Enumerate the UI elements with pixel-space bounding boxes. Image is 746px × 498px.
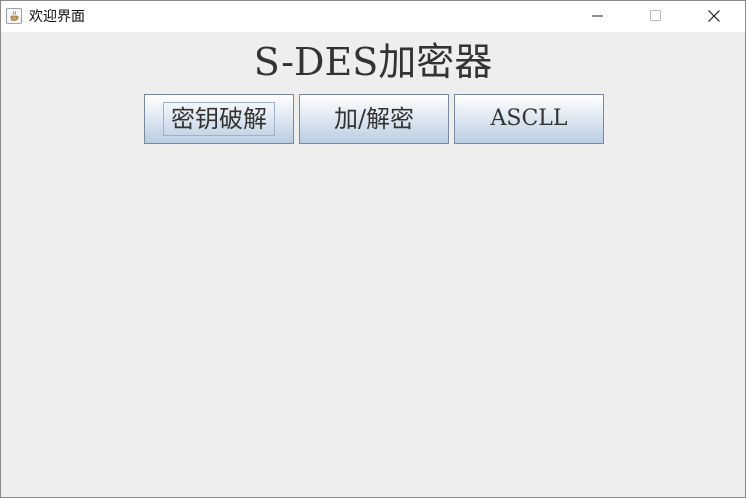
maximize-icon <box>650 10 661 21</box>
title-bar[interactable]: 欢迎界面 <box>1 1 745 32</box>
java-cup-icon <box>6 8 22 24</box>
page-title: S-DES加密器 <box>253 40 493 84</box>
maximize-button[interactable] <box>633 1 679 32</box>
minimize-icon <box>592 15 603 17</box>
encrypt-decrypt-label: 加/解密 <box>333 105 415 133</box>
encrypt-decrypt-button[interactable]: 加/解密 <box>299 94 449 144</box>
close-button[interactable] <box>691 1 737 32</box>
window-title: 欢迎界面 <box>29 9 85 25</box>
minimize-button[interactable] <box>575 1 621 32</box>
key-crack-button[interactable]: 密钥破解 <box>144 94 294 144</box>
ascii-button[interactable]: ASCLL <box>454 94 604 144</box>
app-window: 欢迎界面 S-DES加密器 密钥破解 加/解密 ASCLL <box>0 0 746 498</box>
ascii-label: ASCLL <box>490 106 568 131</box>
close-icon <box>708 10 720 22</box>
focus-ring <box>163 102 275 136</box>
